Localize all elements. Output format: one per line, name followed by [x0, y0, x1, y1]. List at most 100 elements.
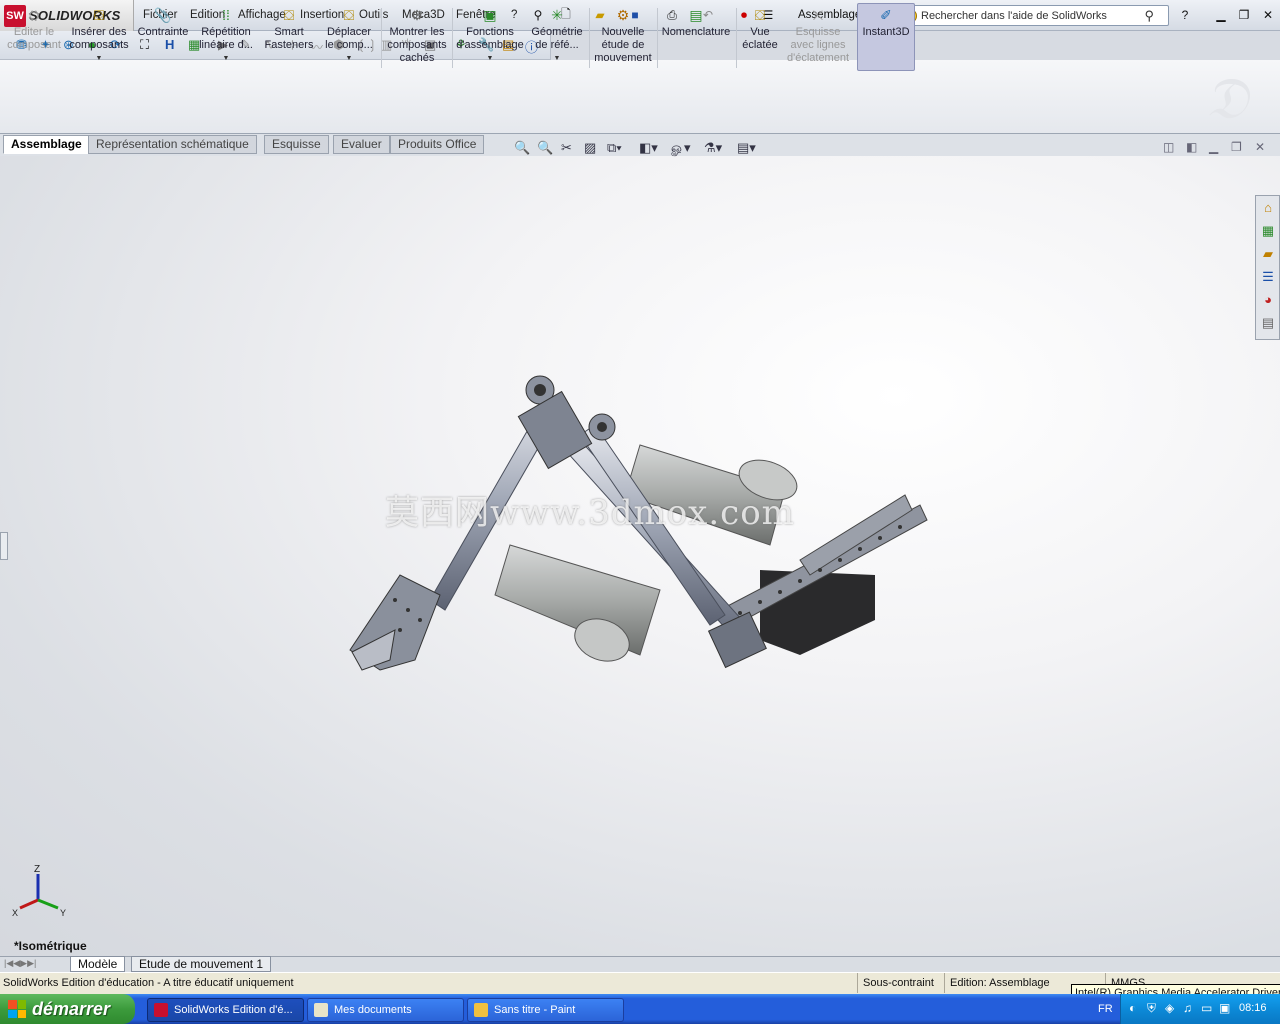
minimize-icon[interactable]: ▁: [1213, 7, 1229, 23]
paperclip-icon: 📎: [154, 7, 172, 23]
bom-button[interactable]: ▤ Nomenclature: [660, 4, 732, 72]
mate-label: Contrainte: [137, 26, 189, 38]
restore-icon[interactable]: ❐: [1236, 7, 1252, 23]
reference-geometry-button[interactable]: ✳ Géométrie de réfé... ▼: [527, 4, 587, 72]
mate-button[interactable]: 📎 Contrainte: [134, 4, 192, 72]
split-icon[interactable]: ◧: [1186, 140, 1197, 154]
tile-icon[interactable]: ◫: [1163, 140, 1174, 154]
y-axis: [37, 898, 59, 910]
task-pane-tabs: ⌂ ▦ ▰ ☰ ◕ ▤: [1255, 195, 1280, 340]
start-button[interactable]: démarrer: [0, 994, 135, 1024]
show-hidden-button[interactable]: ⚙ Montrer les composants cachés: [384, 4, 450, 72]
tab-modele[interactable]: Modèle: [70, 956, 126, 972]
motion-study-icon: ⚙: [616, 7, 630, 23]
insert-components-label: Insérer des composants: [69, 26, 129, 51]
ribbon-separator: [452, 8, 453, 68]
model-motion-tabs: |◀◀▶▶| Modèle Etude de mouvement 1: [0, 956, 1280, 972]
hide-show-icon[interactable]: ௐ▾: [671, 140, 691, 157]
tab-esquisse[interactable]: Esquisse: [264, 135, 329, 154]
linear-pattern-button[interactable]: ⁞⁞ Répétition linéaire d... ▼: [194, 4, 258, 72]
tab-produits-office[interactable]: Produits Office: [390, 135, 485, 154]
dropdown-arrow-icon[interactable]: ▼: [455, 52, 525, 65]
taskbar-item-mes-documents[interactable]: Mes documents: [307, 998, 464, 1022]
edit-appearance-icon[interactable]: ⚗▾: [704, 140, 722, 156]
custom-properties-icon[interactable]: ▤: [1260, 315, 1276, 331]
solidworks-tray-icon[interactable]: ◈: [1165, 1001, 1174, 1015]
graphics-driver-icon[interactable]: ▭: [1201, 1001, 1212, 1015]
home-icon[interactable]: ⌂: [1260, 200, 1276, 216]
view-orientation-name: *Isométrique: [14, 939, 87, 953]
dropdown-arrow-icon[interactable]: ▼: [194, 52, 258, 65]
tab-representation-schematique[interactable]: Représentation schématique: [88, 135, 257, 154]
doc-restore-icon[interactable]: ❐: [1231, 140, 1242, 154]
search-results-icon[interactable]: ☰: [1260, 269, 1276, 285]
x-label: X: [12, 908, 18, 918]
insert-components-button[interactable]: ⛋ Insérer des composants ▼: [66, 4, 132, 72]
library-icon[interactable]: ▦: [1260, 223, 1276, 239]
exploded-view-button[interactable]: ⛋ Vue éclatée: [739, 4, 781, 72]
shield-icon[interactable]: ⛨: [1147, 1001, 1156, 1016]
clock[interactable]: 08:16: [1239, 1002, 1267, 1014]
shoulder-joint-hole: [534, 384, 546, 396]
display-style-icon[interactable]: ◧▾: [639, 140, 658, 156]
dropdown-arrow-icon[interactable]: ▼: [66, 52, 132, 65]
smart-fasteners-icon: ⛋: [283, 7, 295, 23]
zoom-area-icon[interactable]: 🔍: [537, 140, 553, 156]
taskbar-item-paint[interactable]: Sans titre - Paint: [467, 998, 624, 1022]
section-view-icon[interactable]: ▨: [584, 140, 596, 156]
ds-logo-icon: 𝔇: [1205, 64, 1249, 132]
instant3d-icon: ✐: [880, 7, 892, 23]
file-explorer-icon[interactable]: ▰: [1260, 246, 1276, 262]
network-icon[interactable]: ◐: [1129, 1001, 1136, 1015]
close-icon[interactable]: ✕: [1260, 7, 1276, 23]
smart-fasteners-button[interactable]: ⛋ Smart Fasteners: [260, 4, 318, 72]
feature-manager-expander[interactable]: [0, 532, 8, 560]
explode-line-sketch-label: Esquisse avec lignes d'éclatement: [786, 26, 850, 64]
exploded-view-icon: ⛋: [754, 7, 766, 23]
assembly-features-label: Fonctions d'assemblage: [456, 26, 524, 51]
view-settings-icon[interactable]: ▤▾: [737, 140, 756, 156]
dropdown-arrow-icon[interactable]: ▼: [527, 52, 587, 65]
x-axis: [19, 898, 39, 910]
elbow-joint-hole: [597, 422, 607, 432]
exploded-view-label: Vue éclatée: [742, 26, 778, 51]
instant3d-content: ✐ Instant3D: [857, 4, 915, 72]
dropdown-arrow-icon[interactable]: ▼: [320, 52, 378, 65]
edit-component-label: Editer le composant: [7, 26, 61, 51]
display-icon[interactable]: ▣: [1219, 1001, 1230, 1015]
edit-component-button[interactable]: ⛭ Editer le composant: [4, 4, 64, 72]
folder-app-icon: [314, 1003, 328, 1017]
windows-flag-icon: [8, 1000, 26, 1018]
instant3d-label: Instant3D: [862, 26, 910, 38]
new-motion-study-label: Nouvelle étude de mouvement: [594, 26, 652, 64]
previous-view-icon[interactable]: ✂: [561, 140, 572, 156]
tab-scroll-arrows-icon[interactable]: |◀◀▶▶|: [4, 958, 36, 969]
tab-motion-study-1[interactable]: Etude de mouvement 1: [131, 956, 272, 972]
insert-components-icon: ⛋: [93, 7, 105, 23]
help-icon[interactable]: ?: [1177, 7, 1193, 23]
ribbon-separator: [381, 8, 382, 68]
zoom-to-fit-icon[interactable]: 🔍: [514, 140, 530, 156]
search-input[interactable]: Rechercher dans l'aide de SolidWorks: [921, 10, 1107, 22]
system-tray: ◐ ⛨ ◈ ♫ ▭ ▣ 08:16: [1120, 994, 1280, 1024]
view-orientation-icon[interactable]: ⧉▾: [607, 140, 622, 156]
y-label: Y: [60, 908, 66, 918]
doc-close-icon[interactable]: ✕: [1255, 140, 1265, 154]
status-constraint: Sous-contraint: [857, 973, 944, 993]
language-indicator[interactable]: FR: [1098, 1003, 1113, 1015]
tab-evaluer[interactable]: Evaluer: [333, 135, 390, 154]
volume-icon[interactable]: ♫: [1183, 1001, 1192, 1015]
search-icon[interactable]: ⚲: [1144, 8, 1154, 24]
doc-minimize-icon[interactable]: ▁: [1209, 140, 1218, 154]
assembly-features-button[interactable]: ▣ Fonctions d'assemblage ▼: [455, 4, 525, 72]
new-motion-study-button[interactable]: ⚙ Nouvelle étude de mouvement: [591, 4, 655, 72]
help-search-box[interactable]: ? Rechercher dans l'aide de SolidWorks ⚲: [898, 5, 1169, 26]
explode-line-sketch-button[interactable]: ⛌ Esquisse avec lignes d'éclatement: [783, 4, 853, 72]
tab-assemblage[interactable]: Assemblage: [3, 135, 90, 154]
appearances-icon[interactable]: ◕: [1260, 292, 1276, 308]
robot-arm-assembly-model[interactable]: [340, 370, 940, 700]
reference-triad: Z X Y: [12, 864, 66, 918]
taskbar-item-solidworks[interactable]: SolidWorks Edition d'é...: [147, 998, 304, 1022]
move-component-label: Déplacer le comp...: [325, 26, 373, 51]
move-component-button[interactable]: ⛋ Déplacer le comp... ▼: [320, 4, 378, 72]
